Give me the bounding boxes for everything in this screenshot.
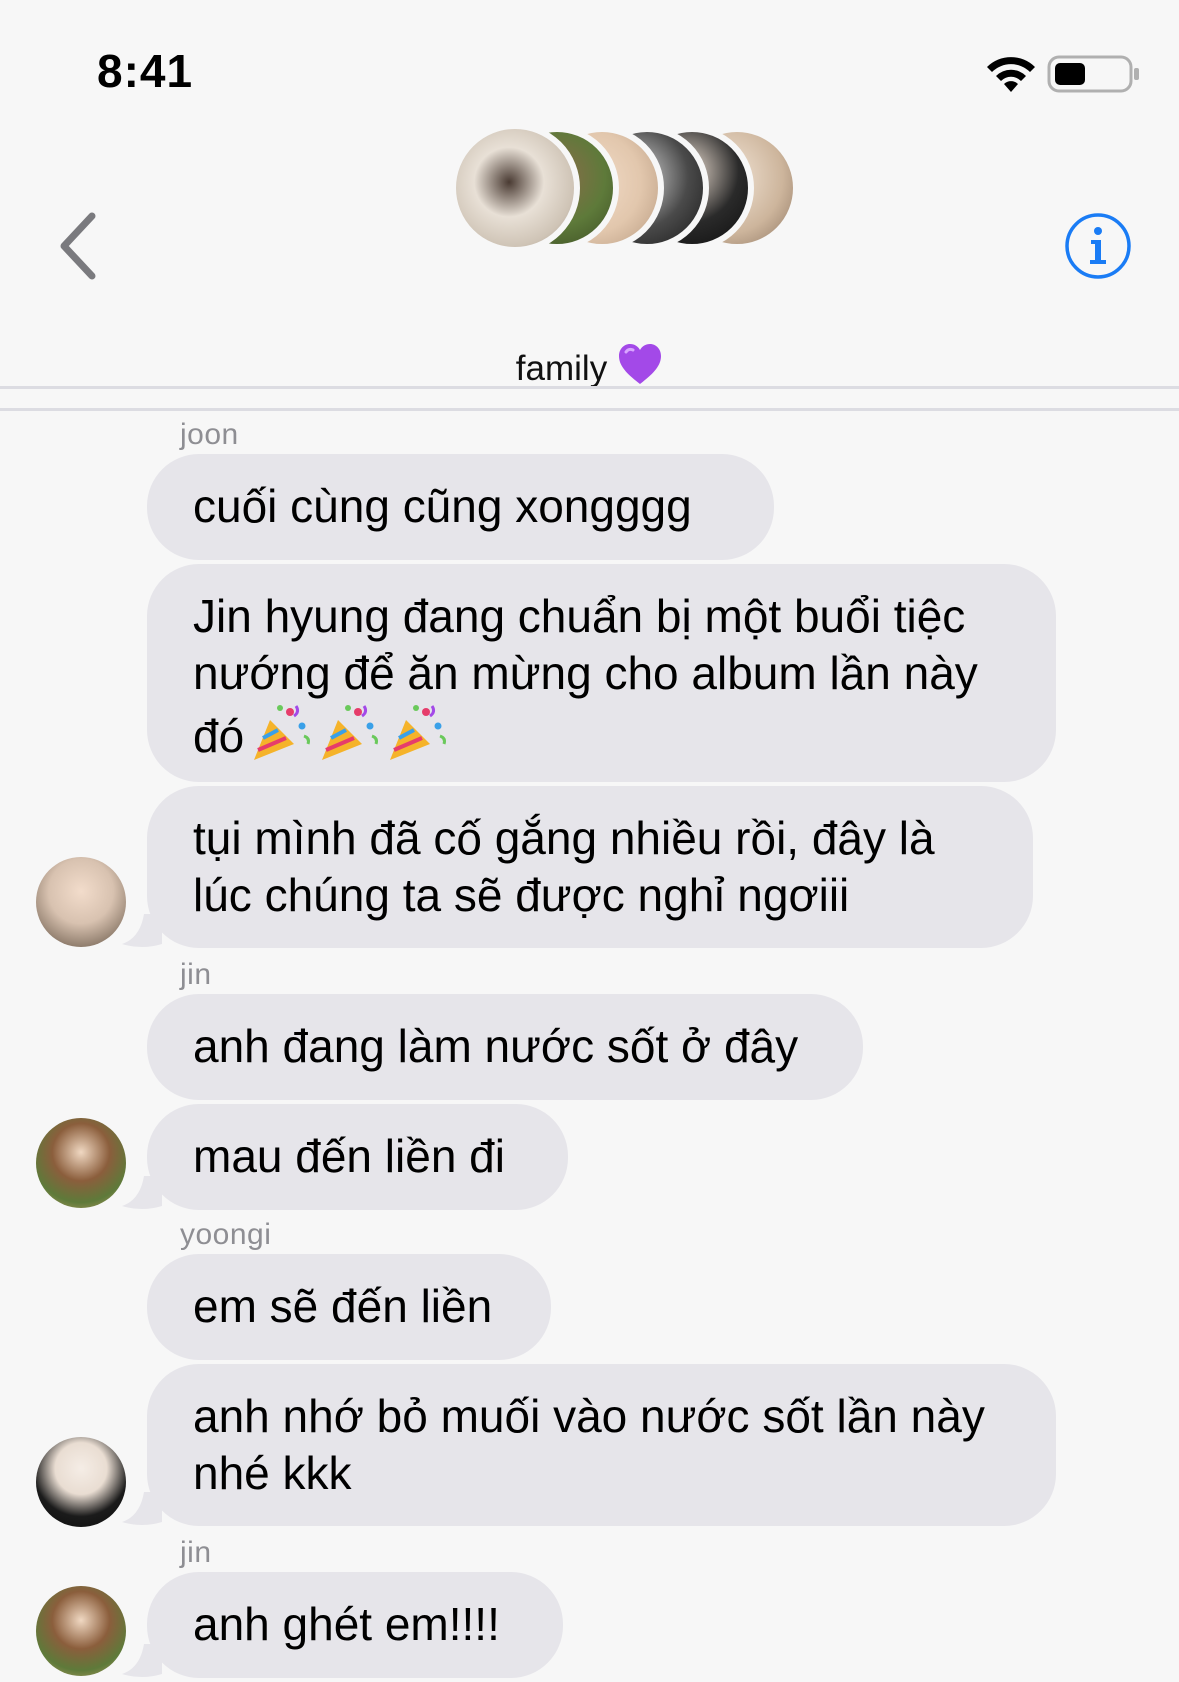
chevron-left-icon [60,212,96,280]
message-text: cuối cùng cũng xongggg [193,480,692,532]
avatar[interactable] [36,1586,126,1676]
bubble-tail [122,1176,162,1209]
message-text: anh nhớ bỏ muối vào nước sốt lần này nhé… [193,1390,985,1499]
message-bubble[interactable]: mau đến liền đi [147,1104,568,1210]
sender-name: jin [180,958,212,991]
battery-icon [1047,55,1139,93]
message-bubble[interactable]: anh đang làm nước sốt ở đây [147,994,863,1100]
message-text: mau đến liền đi [193,1130,505,1182]
message-text: anh đang làm nước sốt ở đây [193,1020,799,1072]
sender-name: yoongi [180,1218,272,1251]
party-popper-icon [390,705,447,760]
avatar[interactable] [36,857,126,947]
back-button[interactable] [54,210,104,282]
bubble-tail [122,1644,162,1677]
group-name: family [515,349,608,388]
message-bubble[interactable]: cuối cùng cũng xongggg [147,454,774,560]
message-text: tụi mình đã cố gắng nhiều rồi, đây là lú… [193,812,935,921]
group-title[interactable]: family [0,342,1179,389]
header-divider [0,386,1179,389]
message-bubble[interactable]: em sẽ đến liền [147,1254,551,1360]
wifi-icon [987,57,1035,92]
status-time: 8:41 [97,45,194,97]
bubble-tail [122,914,162,947]
message-text: em sẽ đến liền [193,1280,493,1332]
group-avatar-stack[interactable] [445,120,825,260]
sender-name: joon [180,418,239,451]
message-text: anh ghét em!!!! [193,1598,500,1650]
info-icon [1065,213,1131,279]
message-bubble[interactable]: anh nhớ bỏ muối vào nước sốt lần này nhé… [147,1364,1056,1526]
purple-heart-icon [619,344,662,384]
message-bubble[interactable]: Jin hyung đang chuẩn bị một buổi tiệc nư… [147,564,1056,782]
avatar[interactable] [36,1437,126,1527]
message-bubble[interactable]: tụi mình đã cố gắng nhiều rồi, đây là lú… [147,786,1033,948]
party-popper-icon [254,705,311,760]
group-member-avatar [450,123,580,253]
message-bubble[interactable]: anh ghét em!!!! [147,1572,563,1678]
header-divider [0,408,1179,411]
bubble-tail [122,1492,162,1525]
party-popper-icon [322,705,379,760]
avatar[interactable] [36,1118,126,1208]
info-button[interactable] [1064,212,1132,280]
sender-name: jin [180,1536,212,1569]
